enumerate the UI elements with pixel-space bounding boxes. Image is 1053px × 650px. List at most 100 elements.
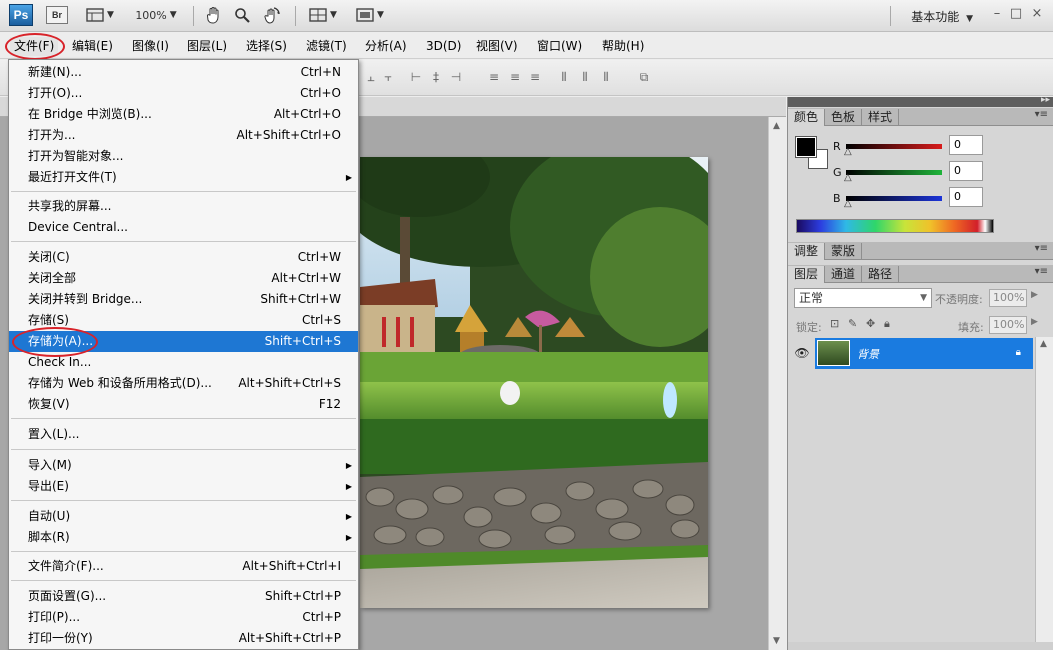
menu-3d[interactable]: 3D(D) (422, 37, 465, 56)
menu-filter[interactable]: 滤镜(T) (302, 37, 351, 56)
visibility-eye-icon[interactable]: 👁︎ (792, 341, 812, 365)
tab-styles[interactable]: 样式 (862, 109, 900, 126)
scroll-up-icon[interactable]: ▲ (773, 121, 780, 131)
channel-g-input[interactable]: 0 (949, 161, 983, 181)
menu-image[interactable]: 图像(I) (128, 37, 173, 56)
menu-item-print-one-copy[interactable]: 打印一份(Y) Alt+Shift+Ctrl+P (9, 628, 358, 649)
tab-swatches[interactable]: 色板 (825, 109, 863, 126)
arrange-documents-button[interactable]: ▼ (305, 5, 341, 25)
lock-transparency-icon[interactable]: ⊡ (830, 317, 839, 330)
menu-item-open-as-smart-object[interactable]: 打开为智能对象... (9, 146, 358, 167)
menu-view[interactable]: 视图(V) (472, 37, 522, 56)
distribute-top-icon[interactable]: ≡ (486, 70, 502, 86)
slider-handle-icon[interactable]: △ (844, 172, 852, 183)
align-top-icon[interactable]: ⫠ (363, 70, 379, 86)
menu-select[interactable]: 选择(S) (242, 37, 291, 56)
distribute-hcenter-icon[interactable]: ⫴ (577, 70, 593, 86)
menu-item-device-central[interactable]: Device Central... (9, 217, 358, 238)
channel-g-slider[interactable] (846, 170, 942, 175)
foreground-color-swatch[interactable] (795, 136, 817, 158)
panel-menu-icon[interactable]: ▾≡ (1035, 109, 1048, 120)
panel-collapse-strip[interactable]: ▸▸ (788, 95, 1053, 107)
slider-handle-icon[interactable]: △ (844, 198, 852, 209)
menu-item-new[interactable]: 新建(N)... Ctrl+N (9, 62, 358, 83)
menu-item-page-setup[interactable]: 页面设置(G)... Shift+Ctrl+P (9, 586, 358, 607)
channel-r-input[interactable]: 0 (949, 135, 983, 155)
menu-item-close[interactable]: 关闭(C) Ctrl+W (9, 247, 358, 268)
menu-window[interactable]: 窗口(W) (533, 37, 586, 56)
view-extras-button[interactable]: ▼ (82, 5, 118, 25)
menu-item-open-as[interactable]: 打开为... Alt+Shift+Ctrl+O (9, 125, 358, 146)
scroll-down-icon[interactable]: ▼ (773, 636, 780, 646)
opacity-arrow-icon[interactable]: ▶ (1031, 290, 1038, 300)
close-button[interactable]: × (1028, 6, 1046, 21)
fill-arrow-icon[interactable]: ▶ (1031, 317, 1038, 327)
channel-r-slider[interactable] (846, 144, 942, 149)
menu-file[interactable]: 文件(F) (10, 37, 59, 56)
document-image[interactable] (360, 157, 708, 608)
bridge-button[interactable]: Br (46, 6, 68, 24)
distribute-bottom-icon[interactable]: ≡ (527, 70, 543, 86)
panel-menu-icon[interactable]: ▾≡ (1035, 243, 1048, 254)
layer-row-background[interactable]: 背景 🔒︎ (815, 338, 1033, 369)
menu-item-save-for-web[interactable]: 存储为 Web 和设备所用格式(D)... Alt+Shift+Ctrl+S (9, 373, 358, 394)
menu-analysis[interactable]: 分析(A) (361, 37, 411, 56)
channel-b-input[interactable]: 0 (949, 187, 983, 207)
scroll-up-icon[interactable]: ▲ (1040, 339, 1047, 349)
menu-item-print[interactable]: 打印(P)... Ctrl+P (9, 607, 358, 628)
menu-item-close-and-go-to-bridge[interactable]: 关闭并转到 Bridge... Shift+Ctrl+W (9, 289, 358, 310)
fill-input[interactable]: 100% (989, 316, 1027, 334)
menu-item-browse-in-bridge[interactable]: 在 Bridge 中浏览(B)... Alt+Ctrl+O (9, 104, 358, 125)
tab-masks[interactable]: 蒙版 (825, 243, 863, 260)
opacity-input[interactable]: 100% (989, 289, 1027, 307)
panel-menu-icon[interactable]: ▾≡ (1035, 266, 1048, 277)
lock-all-icon[interactable]: 🔒︎ (884, 317, 890, 331)
minimize-button[interactable]: – (988, 6, 1006, 21)
menu-item-close-all[interactable]: 关闭全部 Alt+Ctrl+W (9, 268, 358, 289)
tab-paths[interactable]: 路径 (862, 266, 900, 283)
zoom-tool-button[interactable] (231, 5, 253, 25)
menu-item-save[interactable]: 存储(S) Ctrl+S (9, 310, 358, 331)
menu-item-export[interactable]: 导出(E) ▶ (9, 476, 358, 497)
screen-mode-button[interactable]: ▼ (352, 5, 388, 25)
blend-mode-select[interactable]: 正常 ▼ (794, 288, 932, 308)
menu-item-open-recent[interactable]: 最近打开文件(T) ▶ (9, 167, 358, 188)
layers-scrollbar[interactable]: ▲ (1035, 337, 1053, 642)
menu-item-revert[interactable]: 恢复(V) F12 (9, 394, 358, 415)
align-right-icon[interactable]: ⊣ (448, 70, 464, 86)
distribute-vcenter-icon[interactable]: ≡ (507, 70, 523, 86)
workspace-switcher[interactable]: 基本功能 ▼ (911, 8, 973, 25)
collapse-icon[interactable]: ▸▸ (1041, 95, 1050, 105)
menu-help[interactable]: 帮助(H) (598, 37, 648, 56)
color-spectrum-bar[interactable] (796, 219, 994, 233)
channel-b-slider[interactable] (846, 196, 942, 201)
menu-item-import[interactable]: 导入(M) ▶ (9, 455, 358, 476)
distribute-right-icon[interactable]: ⫴ (598, 70, 614, 86)
menu-item-check-in[interactable]: Check In... (9, 352, 358, 373)
rotate-view-button[interactable] (260, 5, 284, 25)
maximize-button[interactable]: □ (1007, 6, 1025, 21)
menu-item-save-as[interactable]: 存储为(A)... Shift+Ctrl+S (9, 331, 358, 352)
tab-adjustments[interactable]: 调整 (788, 243, 826, 260)
menu-item-share-screen[interactable]: 共享我的屏幕... (9, 196, 358, 217)
lock-position-icon[interactable]: ✥ (866, 317, 875, 330)
vertical-scrollbar[interactable]: ▲ ▼ (768, 117, 786, 650)
tab-color[interactable]: 颜色 (788, 109, 826, 126)
tab-layers[interactable]: 图层 (788, 266, 826, 283)
tab-channels[interactable]: 通道 (825, 266, 863, 283)
align-left-icon[interactable]: ⊢ (408, 70, 424, 86)
hand-tool-button[interactable] (203, 5, 225, 25)
menu-edit[interactable]: 编辑(E) (68, 37, 117, 56)
distribute-left-icon[interactable]: ⫴ (556, 70, 572, 86)
menu-item-automate[interactable]: 自动(U) ▶ (9, 506, 358, 527)
auto-align-icon[interactable]: ⧉ (636, 70, 652, 86)
menu-item-file-info[interactable]: 文件简介(F)... Alt+Shift+Ctrl+I (9, 556, 358, 577)
menu-layer[interactable]: 图层(L) (183, 37, 231, 56)
menu-item-place[interactable]: 置入(L)... (9, 424, 358, 445)
lock-pixels-icon[interactable]: ✎ (848, 317, 857, 330)
menu-item-open[interactable]: 打开(O)... Ctrl+O (9, 83, 358, 104)
align-vcenter-icon[interactable]: ⫟ (380, 70, 396, 86)
slider-handle-icon[interactable]: △ (844, 146, 852, 157)
menu-item-scripts[interactable]: 脚本(R) ▶ (9, 527, 358, 548)
zoom-level-dropdown[interactable]: 100% ▼ (130, 5, 182, 25)
